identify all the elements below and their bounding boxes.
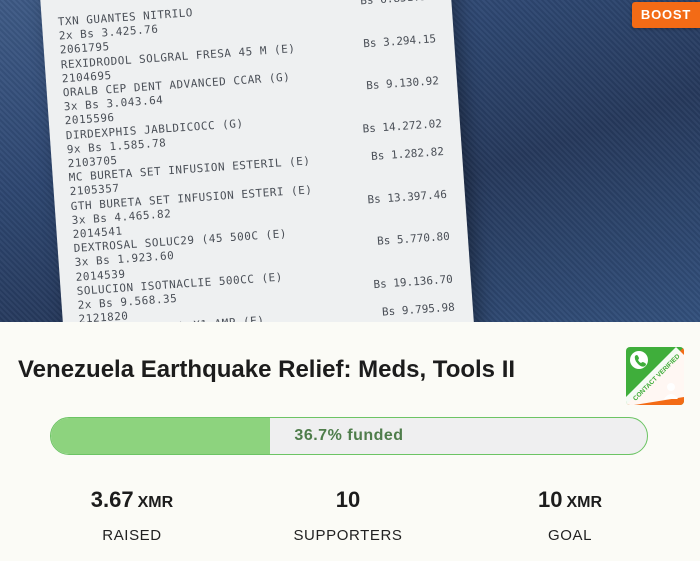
stat-goal-caption: GOAL (547, 527, 593, 544)
receipt-amount: Bs 5.770.80 (376, 230, 451, 249)
stat-raised-caption: RAISED (102, 527, 162, 544)
receipt-photo: TXN GUANTES NITRILOBs 6.851.522x Bs 3.42… (39, 0, 475, 322)
receipt-amount: Bs 14.272.02 (362, 116, 443, 136)
receipt-amount: Bs 1.282.82 (370, 145, 445, 164)
receipt-amount: Bs 9.795.98 (381, 300, 456, 320)
campaign-hero-image[interactable]: TXN GUANTES NITRILOBs 6.851.522x Bs 3.42… (0, 0, 700, 322)
stat-goal-value-row: 10 XMR (470, 487, 670, 513)
stat-supporters: 10 SUPPORTERS (248, 487, 448, 544)
receipt-amount: Bs 13.397.46 (367, 187, 448, 207)
receipt-line: 2121820 (78, 309, 129, 322)
stat-goal-value: 10 (537, 487, 563, 512)
receipt-amount: Bs 19.136.70 (373, 272, 454, 292)
stat-supporters-caption: SUPPORTERS (293, 527, 403, 544)
campaign-title[interactable]: Venezuela Earthquake Relief: Meds, Tools… (18, 356, 515, 384)
boost-button[interactable]: BOOST (632, 2, 700, 28)
stat-goal: 10 XMR GOAL (470, 487, 670, 544)
stat-raised-value: 3.67 (90, 487, 134, 512)
receipt-amount: Bs 6.851.52 (360, 0, 434, 7)
stat-raised: 3.67 XMR RAISED (32, 487, 232, 544)
funding-progress-label: 36.7% funded (294, 427, 404, 444)
stat-raised-value-row: 3.67 XMR (32, 487, 232, 513)
receipt-amount: Bs 9.130.92 (365, 74, 440, 93)
stat-supporters-value: 10 (335, 487, 361, 512)
stat-raised-unit: XMR (137, 494, 174, 511)
contact-verified-badge: CONTACT VERIFIED (626, 347, 684, 405)
contact-verified-icon: CONTACT VERIFIED (626, 347, 684, 405)
receipt-amount: Bs 3.294.15 (362, 31, 437, 50)
funding-progress-bar: 36.7% funded (50, 417, 648, 455)
stat-goal-unit: XMR (566, 494, 603, 511)
